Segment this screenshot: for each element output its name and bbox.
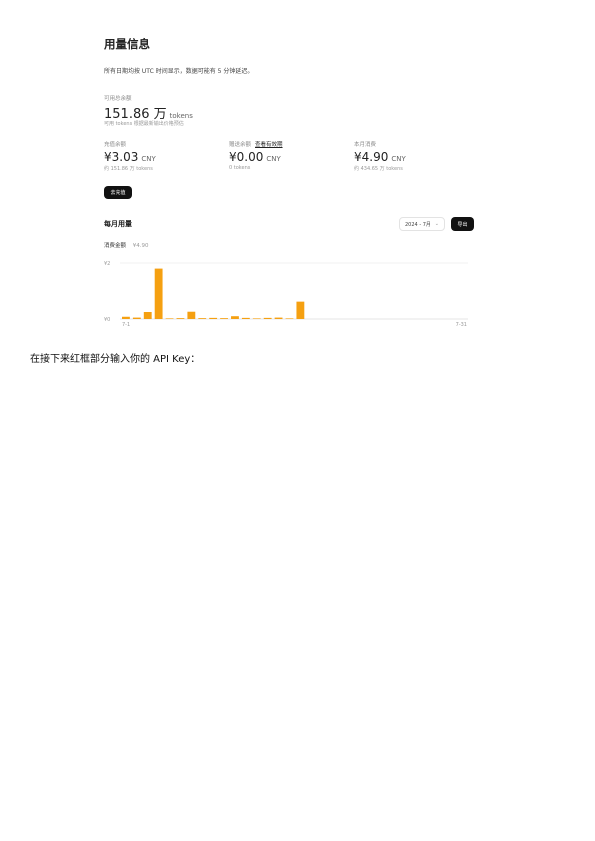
bar-7-9[interactable]	[209, 317, 218, 319]
month-select-value: 2024 - 7月	[405, 221, 431, 228]
bar-7-11[interactable]	[231, 316, 239, 319]
chevron-down-icon: ⌄	[434, 221, 439, 227]
recharge-button[interactable]: 去充值	[104, 186, 132, 199]
spend-summary: 消费金额 ¥4.90	[104, 241, 149, 249]
spend-value: ¥4.90	[132, 243, 149, 249]
card-label: 赠送余额	[229, 142, 252, 148]
card-gift-balance: 赠送余额 查看有效期 ¥0.00 CNY 0 tokens	[229, 140, 339, 171]
timezone-note: 所有日期均按 UTC 时间显示，数据可能有 5 分钟延迟。	[104, 68, 254, 75]
card-sub: 0 tokens	[229, 165, 251, 171]
bar-7-7[interactable]	[187, 311, 196, 319]
card-label: 充值余额	[104, 142, 127, 148]
view-validity-link[interactable]: 查看有效期	[255, 142, 283, 148]
total-balance-unit: tokens	[169, 112, 193, 120]
bar-7-5[interactable]	[165, 318, 174, 319]
card-sub: 约 151.86 万 tokens	[104, 166, 153, 172]
card-amount: ¥3.03	[104, 150, 139, 164]
bar-7-6[interactable]	[176, 318, 185, 319]
card-label: 本月消费	[354, 142, 377, 148]
card-value: ¥3.03 CNY	[104, 150, 214, 164]
card-sub: 约 434.65 万 tokens	[354, 166, 403, 172]
export-button[interactable]: 导出	[451, 217, 474, 231]
bar-7-8[interactable]	[198, 318, 207, 319]
bar-7-14[interactable]	[263, 317, 272, 319]
monthly-usage-title: 每月用量	[104, 220, 132, 228]
bar-7-1[interactable]	[122, 316, 130, 319]
card-amount: ¥0.00	[229, 150, 264, 164]
x-tick-label-end: 7-31	[456, 322, 467, 328]
total-balance-note: 可用 tokens 根据最新输出价格预估	[104, 121, 184, 127]
x-tick-label-start: 7-1	[122, 322, 130, 328]
month-select[interactable]: 2024 - 7月 ⌄	[399, 217, 445, 231]
api-key-instruction: 在接下来红框部分输入你的 API Key：	[30, 354, 201, 365]
y-tick-label: ¥2	[104, 261, 110, 267]
y-tick-label: ¥0	[104, 317, 110, 323]
bar-7-17[interactable]	[296, 301, 305, 319]
bar-7-13[interactable]	[252, 318, 261, 319]
card-recharge-balance: 充值余额 ¥3.03 CNY 约 151.86 万 tokens	[104, 140, 214, 172]
card-value: ¥4.90 CNY	[354, 150, 464, 164]
bar-7-16[interactable]	[285, 318, 294, 319]
card-unit: CNY	[266, 155, 281, 163]
page-title: 用量信息	[104, 37, 150, 51]
bar-7-3[interactable]	[143, 312, 152, 319]
bar-7-15[interactable]	[274, 317, 283, 319]
card-unit: CNY	[391, 155, 406, 163]
card-amount: ¥4.90	[354, 150, 389, 164]
bar-7-4[interactable]	[154, 268, 163, 319]
bar-7-10[interactable]	[220, 318, 228, 319]
total-balance-label: 可用总余额	[104, 96, 132, 102]
card-value: ¥0.00 CNY	[229, 150, 339, 164]
card-unit: CNY	[141, 155, 156, 163]
bar-7-12[interactable]	[241, 317, 250, 319]
monthly-usage-chart: ¥2 ¥0 7-1 7-31	[104, 261, 468, 328]
card-label-row: 赠送余额 查看有效期	[229, 140, 339, 148]
spend-label: 消费金额	[104, 243, 127, 249]
bar-7-2[interactable]	[132, 317, 141, 319]
card-month-spend: 本月消费 ¥4.90 CNY 约 434.65 万 tokens	[354, 140, 464, 172]
